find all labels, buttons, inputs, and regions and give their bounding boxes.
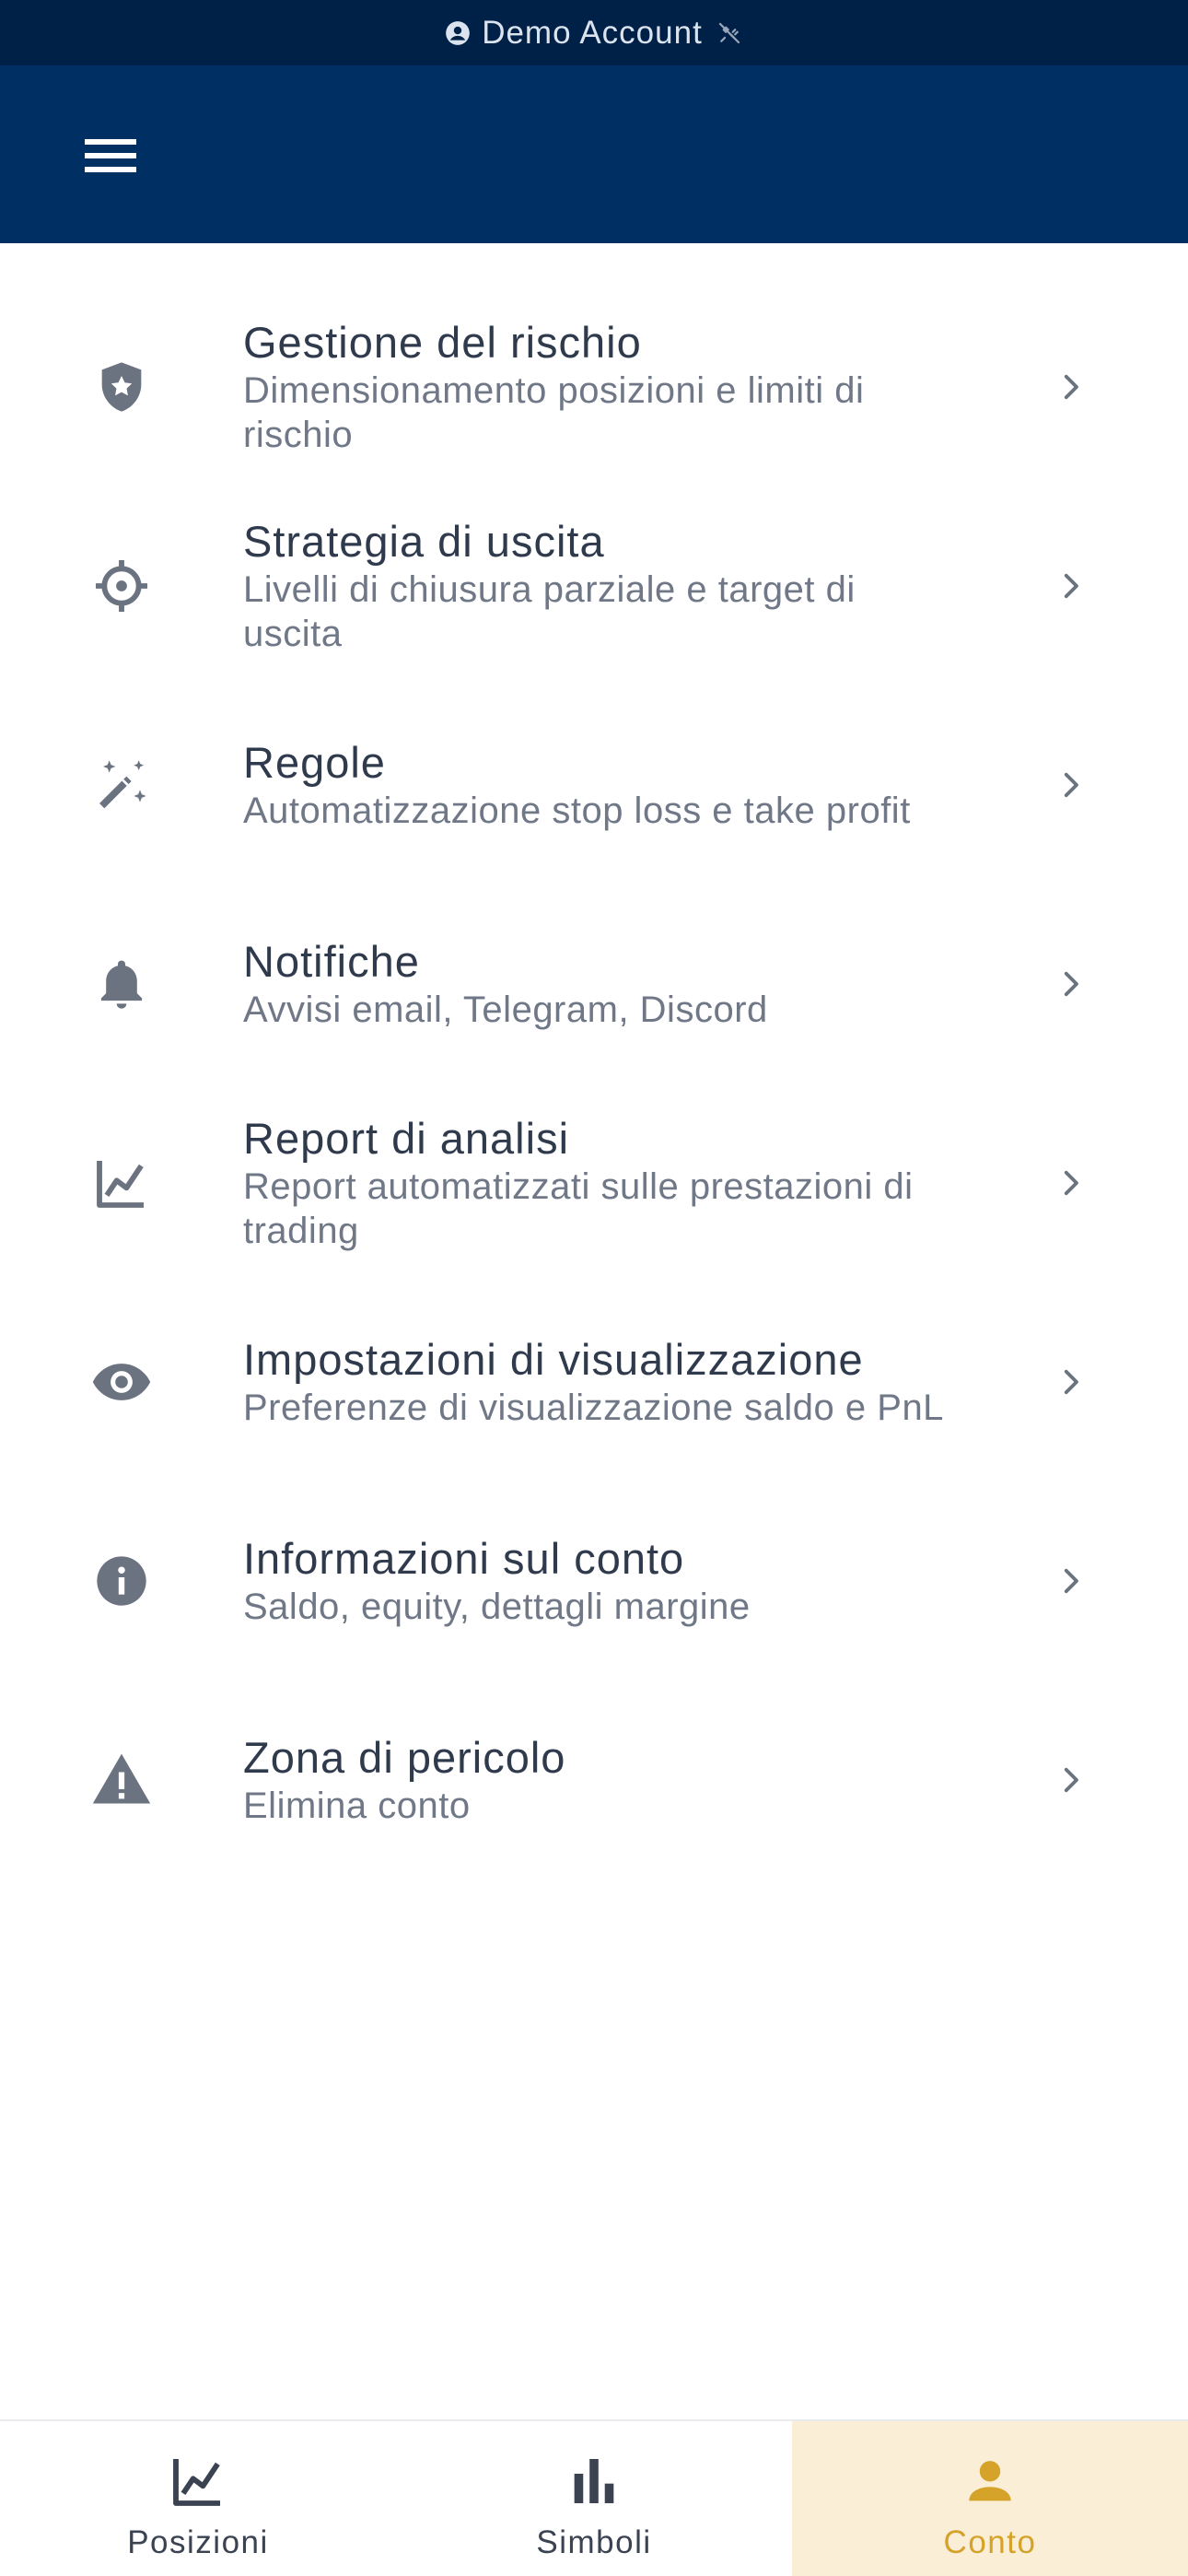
status-bar: Demo Account [0, 0, 1188, 65]
tab-account[interactable]: Conto [792, 2421, 1188, 2576]
chevron-right-icon [1057, 1362, 1087, 1402]
bell-icon [88, 951, 155, 1017]
info-icon [88, 1548, 155, 1614]
menu-item-subtitle: Dimensionamento posizioni e limiti di ri… [243, 370, 865, 455]
menu-item-title: Gestione del rischio [243, 318, 642, 367]
menu-item-risk-management[interactable]: Gestione del rischio Dimensionamento pos… [0, 287, 1188, 486]
magic-wand-icon [88, 752, 155, 818]
menu-item-subtitle: Avvisi email, Telegram, Discord [243, 989, 768, 1030]
bottom-navigation: Posizioni Simboli Conto [0, 2419, 1188, 2576]
menu-item-notifications[interactable]: Notifiche Avvisi email, Telegram, Discor… [0, 884, 1188, 1083]
menu-item-subtitle: Automatizzazione stop loss e take profit [243, 790, 911, 831]
hamburger-menu-icon [85, 139, 136, 172]
bar-chart-icon [562, 2449, 626, 2513]
app-bar [0, 65, 1188, 243]
menu-item-title: Notifiche [243, 937, 420, 986]
chevron-right-icon [1057, 1163, 1087, 1203]
chevron-right-icon [1057, 367, 1087, 407]
menu-item-account-info[interactable]: Informazioni sul conto Saldo, equity, de… [0, 1481, 1188, 1680]
chevron-right-icon [1057, 964, 1087, 1004]
eye-icon [88, 1349, 155, 1415]
tab-label: Simboli [536, 2524, 652, 2560]
menu-item-title: Strategia di uscita [243, 517, 605, 566]
tab-label: Posizioni [127, 2524, 269, 2560]
tab-positions[interactable]: Posizioni [0, 2421, 396, 2576]
menu-item-subtitle: Elimina conto [243, 1786, 471, 1826]
chevron-right-icon [1057, 765, 1087, 805]
menu-item-analytics-reports[interactable]: Report di analisi Report automatizzati s… [0, 1083, 1188, 1282]
chevron-right-icon [1057, 566, 1087, 606]
menu-item-title: Report di analisi [243, 1114, 570, 1163]
line-chart-icon [88, 1150, 155, 1216]
crosshair-icon [88, 553, 155, 619]
menu-item-exit-strategy[interactable]: Strategia di uscita Livelli di chiusura … [0, 486, 1188, 685]
unplugged-icon [716, 19, 743, 47]
menu-item-rules[interactable]: Regole Automatizzazione stop loss e take… [0, 685, 1188, 884]
menu-item-title: Zona di pericolo [243, 1733, 566, 1782]
menu-item-subtitle: Report automatizzati sulle prestazioni d… [243, 1166, 914, 1251]
warning-icon [88, 1747, 155, 1813]
menu-item-danger-zone[interactable]: Zona di pericolo Elimina conto [0, 1680, 1188, 1879]
menu-item-subtitle: Saldo, equity, dettagli margine [243, 1587, 751, 1627]
chevron-right-icon [1057, 1760, 1087, 1800]
tab-symbols[interactable]: Simboli [396, 2421, 792, 2576]
account-circle-icon [445, 20, 471, 46]
chevron-right-icon [1057, 1561, 1087, 1601]
tab-label: Conto [943, 2524, 1037, 2560]
menu-item-title: Regole [243, 738, 386, 787]
line-chart-icon [166, 2449, 230, 2513]
menu-item-subtitle: Livelli di chiusura parziale e target di… [243, 569, 856, 654]
shield-star-icon [88, 354, 155, 420]
menu-item-subtitle: Preferenze di visualizzazione saldo e Pn… [243, 1388, 944, 1428]
person-icon [958, 2449, 1022, 2513]
menu-item-title: Impostazioni di visualizzazione [243, 1335, 864, 1384]
menu-item-title: Informazioni sul conto [243, 1534, 685, 1583]
account-label: Demo Account [482, 14, 703, 51]
hamburger-menu-button[interactable] [74, 119, 147, 193]
menu-item-display-settings[interactable]: Impostazioni di visualizzazione Preferen… [0, 1282, 1188, 1481]
